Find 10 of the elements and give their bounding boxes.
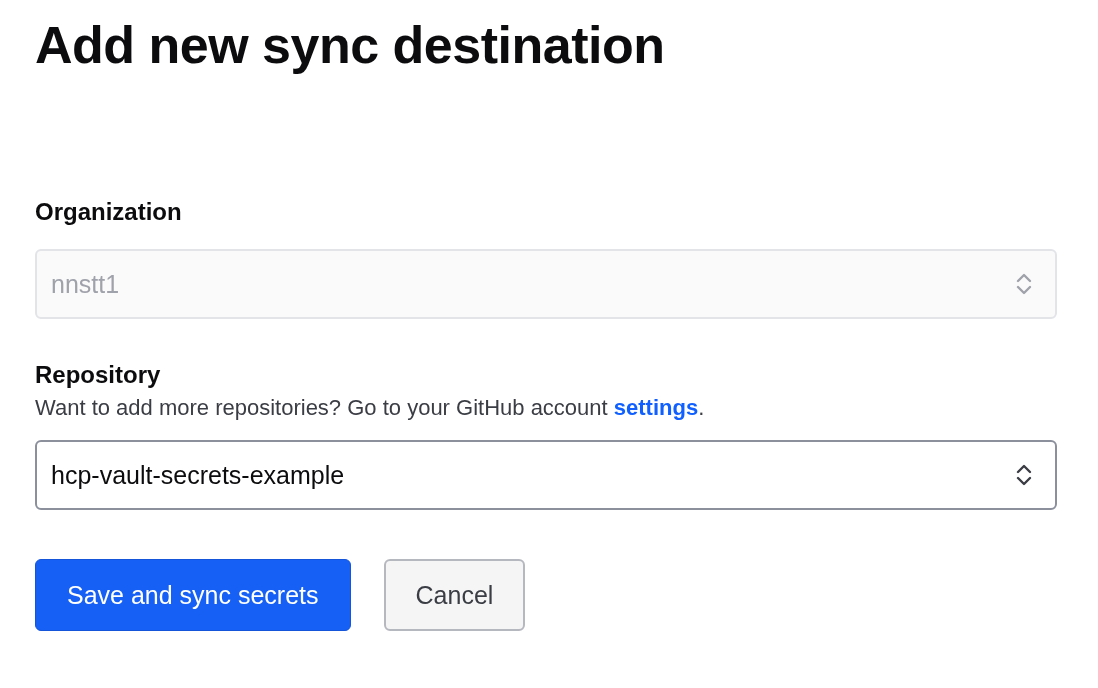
page-title: Add new sync destination xyxy=(35,15,665,76)
cancel-button[interactable]: Cancel xyxy=(383,559,526,631)
settings-link[interactable]: settings xyxy=(613,395,699,420)
up-down-chevron-icon xyxy=(1015,462,1033,488)
field-label: Organization xyxy=(35,197,182,227)
up-down-chevron-icon xyxy=(1015,271,1033,297)
help-text: Want to add more repositories? Go to your GitHub account settings. xyxy=(35,394,705,422)
field-label: Repository xyxy=(35,360,161,390)
save-button[interactable]: Save and sync secrets xyxy=(35,559,351,631)
select-field[interactable]: hcp-vault-secrets-example xyxy=(35,440,1057,510)
